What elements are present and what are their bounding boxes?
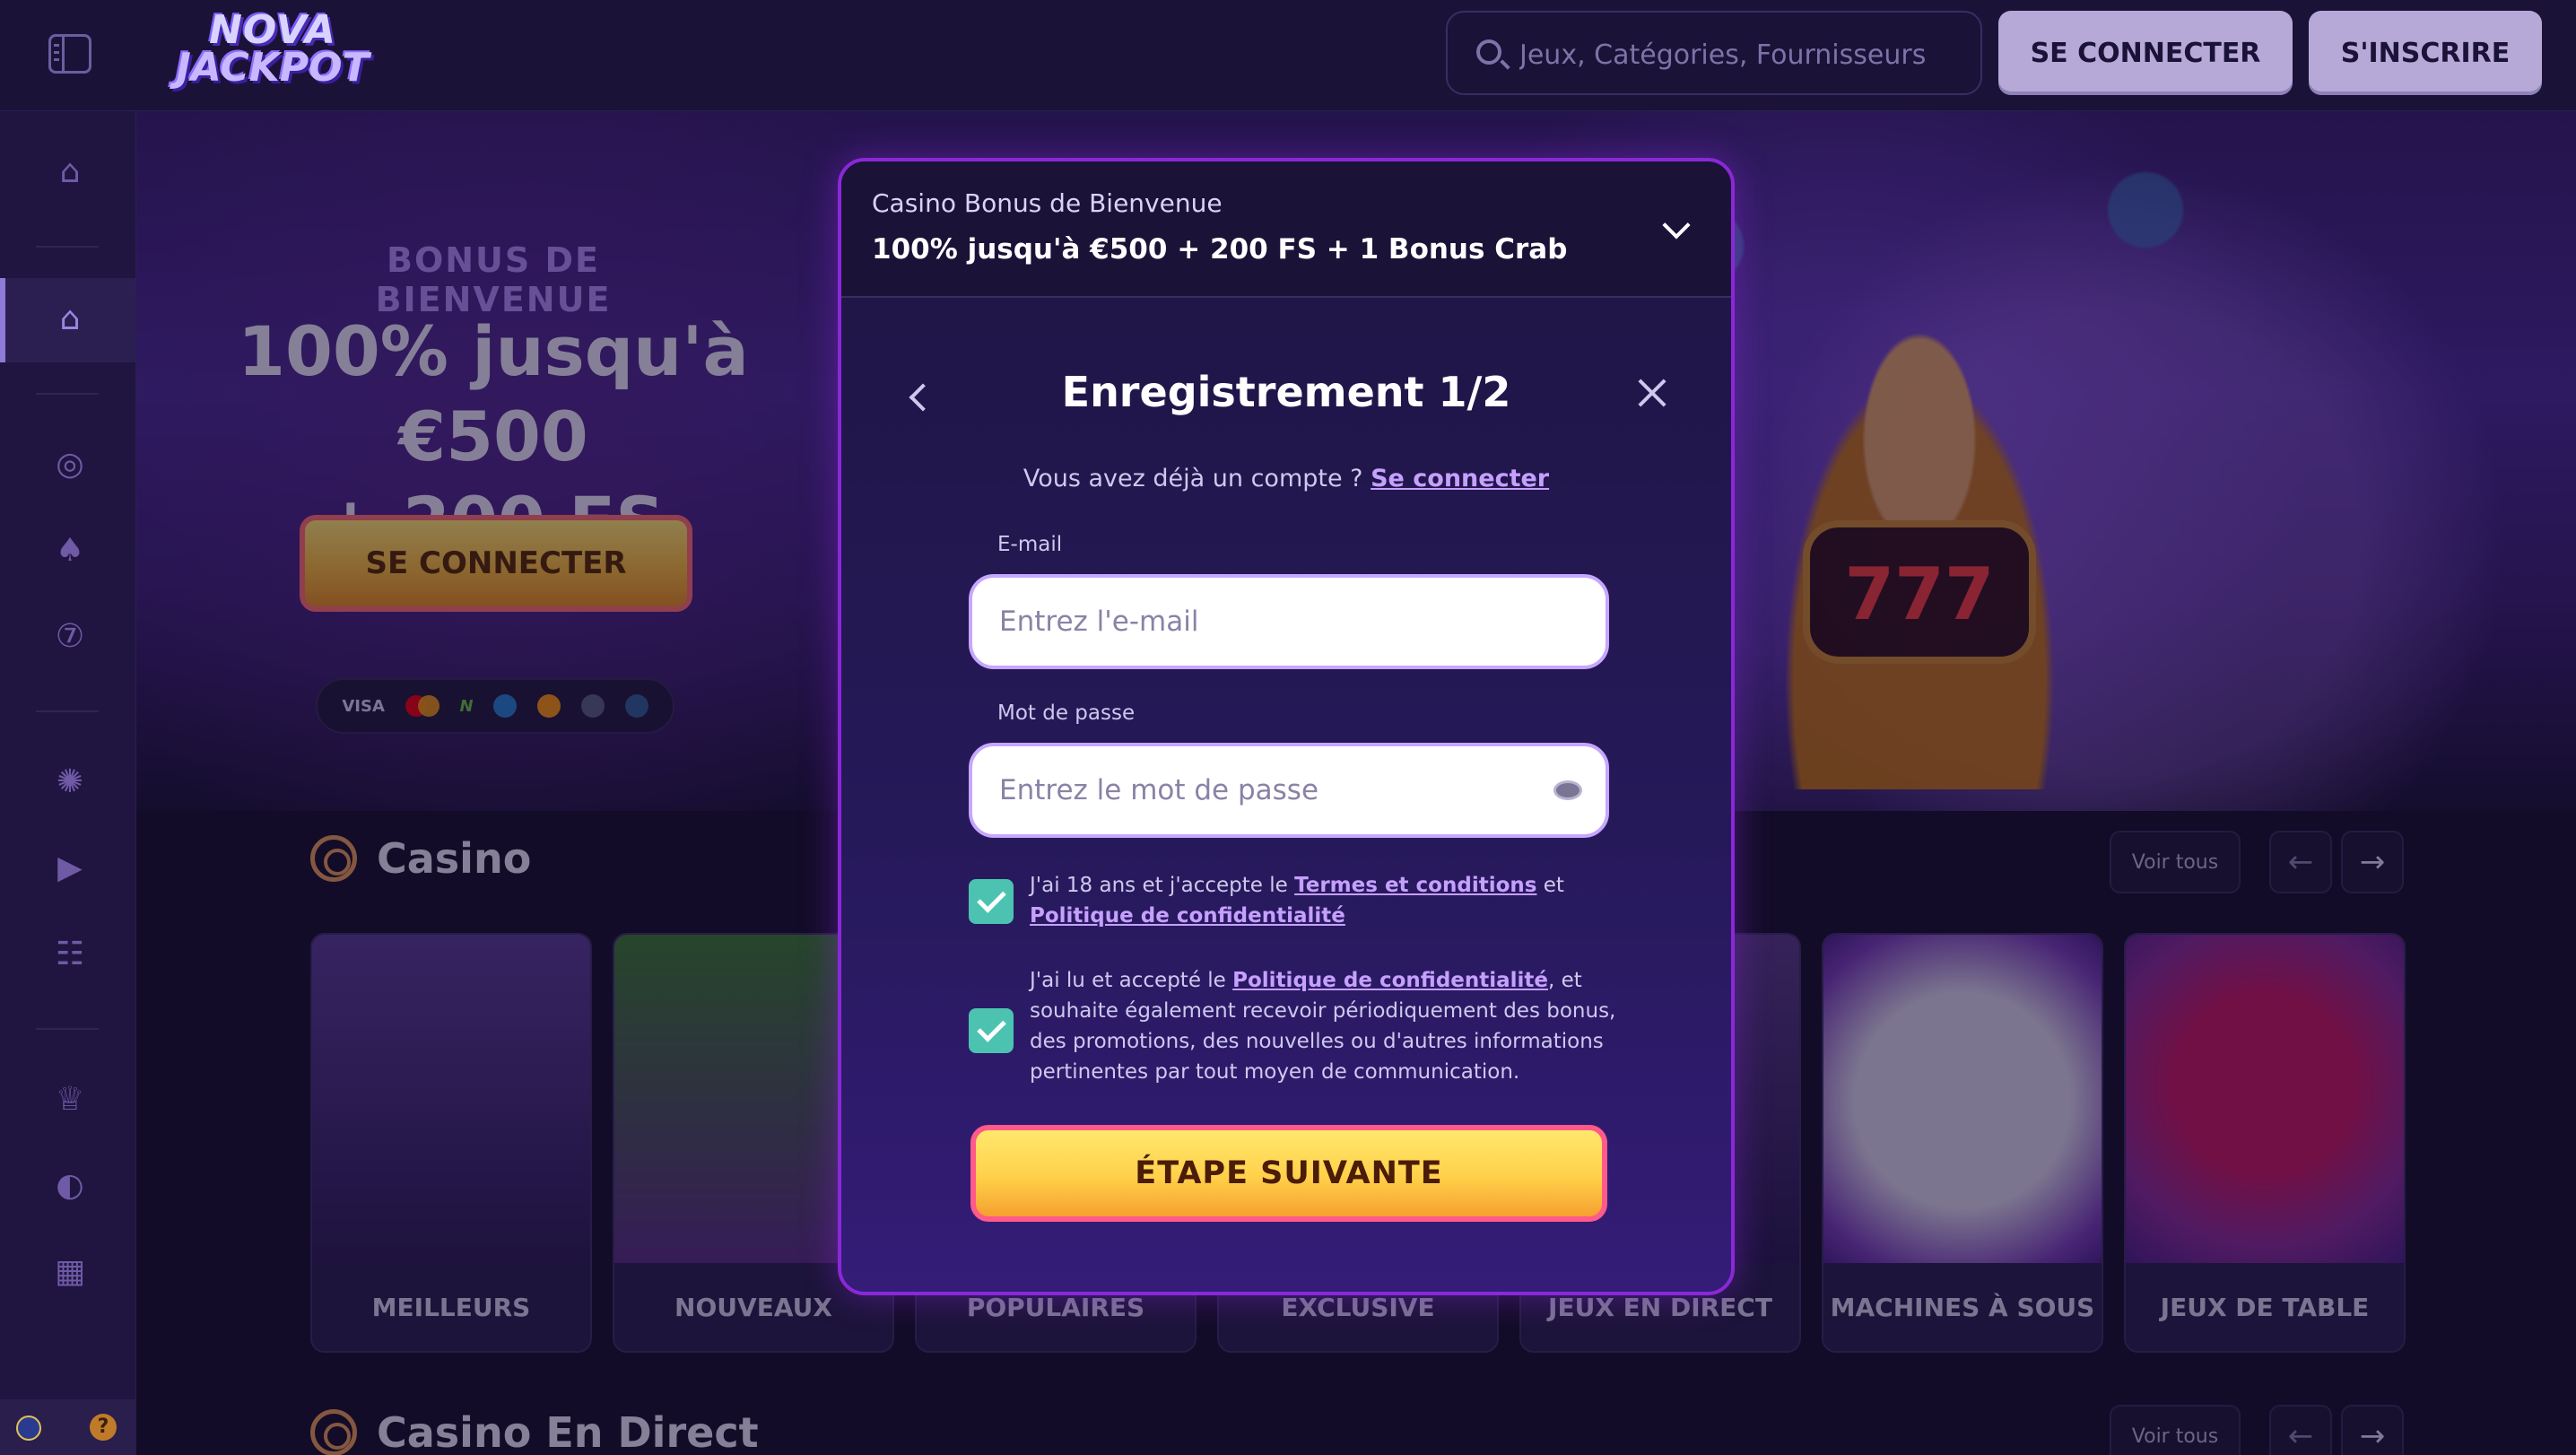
have-account-text: Vous avez déjà un compte ? Se connecter (1023, 465, 1550, 492)
sidebar-footer: ? (0, 1399, 136, 1455)
promotions-icon[interactable]: ⌂ (52, 154, 88, 190)
casino-chip-icon[interactable]: ◎ (52, 447, 88, 483)
trophy-icon[interactable]: ♕ (52, 1082, 88, 1118)
language-flag-icon[interactable] (16, 1416, 41, 1441)
bonus-selector-label: Casino Bonus de Bienvenue (872, 188, 1223, 218)
terms-link[interactable]: Termes et conditions (1294, 874, 1536, 897)
sidebar-divider (36, 393, 99, 395)
search-input[interactable] (1519, 30, 1968, 79)
terms-consent-text: J'ai 18 ans et j'accepte le Termes et co… (1030, 874, 1564, 928)
top-bar: NOVA JACKPOT SE CONNECTER S'INSCRIRE (0, 0, 2576, 111)
gift-icon[interactable]: ▦ (52, 1254, 88, 1290)
sidebar-divider (36, 246, 99, 248)
password-label: Mot de passe (997, 701, 1136, 725)
privacy-policy-link[interactable]: Politique de confidentialité (1030, 904, 1345, 928)
live-play-icon[interactable]: ▶ (52, 850, 88, 886)
show-password-eye-icon[interactable] (1553, 780, 1582, 800)
login-link[interactable]: Se connecter (1371, 465, 1549, 492)
home-icon[interactable]: ⌂ (52, 301, 88, 337)
search-bar[interactable] (1446, 11, 1982, 95)
sidebar-toggle-icon[interactable] (48, 34, 91, 74)
marketing-consent-text: J'ai lu et accepté le Politique de confi… (1030, 969, 1616, 1084)
spade-icon[interactable]: ♠ (52, 533, 88, 569)
registration-modal: Casino Bonus de Bienvenue 100% jusqu'à €… (838, 158, 1735, 1295)
next-step-button[interactable]: ÉTAPE SUIVANTE (970, 1125, 1607, 1222)
chevron-down-icon[interactable] (1662, 211, 1691, 240)
close-icon[interactable] (1634, 375, 1670, 411)
email-label: E-mail (997, 533, 1063, 556)
nova-jackpot-logo[interactable]: NOVA JACKPOT (151, 11, 395, 97)
sports-icon[interactable]: ◐ (52, 1168, 88, 1204)
sidebar: ⌂ ⌂ ◎ ♠ ⑦ ✺ ▶ ☷ ♕ ◐ ▦ ? (0, 111, 136, 1455)
privacy-policy-link[interactable]: Politique de confidentialité (1232, 969, 1548, 992)
bonus-selector[interactable]: Casino Bonus de Bienvenue 100% jusqu'à €… (841, 161, 1731, 298)
roulette-icon[interactable]: ✺ (52, 764, 88, 800)
terms-checkbox[interactable] (969, 879, 1014, 924)
search-icon (1476, 39, 1501, 65)
gamepad-icon[interactable]: ☷ (52, 937, 88, 972)
sidebar-divider (36, 710, 99, 712)
password-field[interactable] (969, 743, 1609, 838)
slot-seven-icon[interactable]: ⑦ (52, 619, 88, 655)
email-input[interactable] (999, 597, 1555, 646)
help-icon[interactable]: ? (90, 1414, 117, 1441)
signup-button[interactable]: S'INSCRIRE (2309, 11, 2542, 95)
password-input[interactable] (999, 766, 1555, 815)
marketing-consent-checkbox[interactable] (969, 1008, 1014, 1053)
bonus-selector-value: 100% jusqu'à €500 + 200 FS + 1 Bonus Cra… (872, 233, 1568, 266)
login-button[interactable]: SE CONNECTER (1998, 11, 2293, 95)
email-field[interactable] (969, 574, 1609, 669)
modal-title: Enregistrement 1/2 (1061, 368, 1511, 416)
sidebar-divider (36, 1028, 99, 1030)
